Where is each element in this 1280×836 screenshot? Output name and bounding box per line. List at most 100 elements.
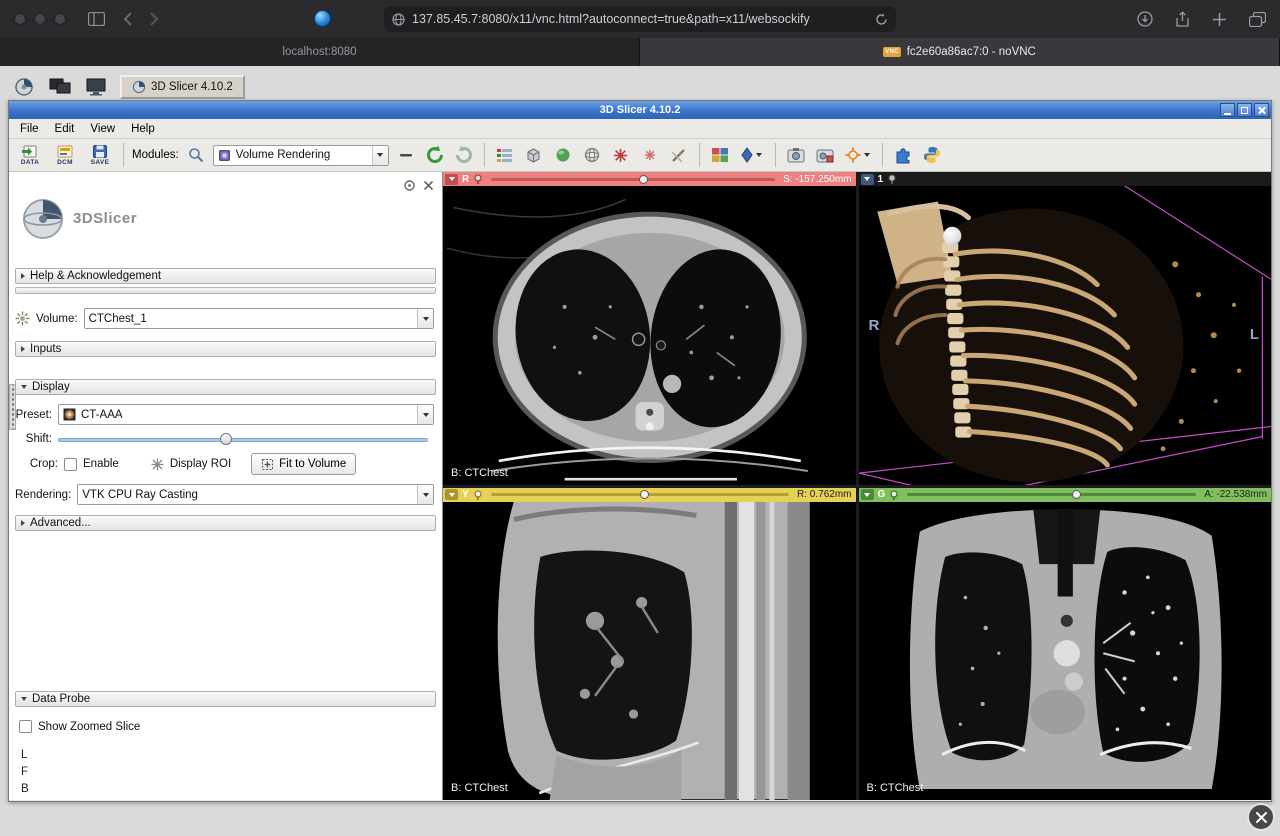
- mouse-interaction-icon[interactable]: [737, 143, 767, 167]
- module-options-icon[interactable]: [394, 143, 418, 167]
- green-slice-image[interactable]: B: CTChest: [859, 502, 1272, 801]
- yellow-slice-slider-handle[interactable]: [640, 490, 649, 499]
- advanced-section-header[interactable]: Advanced...: [15, 515, 436, 531]
- minimize-window-icon[interactable]: [34, 13, 46, 25]
- data-probe-section-header[interactable]: Data Probe: [15, 691, 436, 707]
- taskbar-app-label: 3D Slicer 4.10.2: [151, 81, 233, 93]
- red-view-pin-icon[interactable]: [473, 174, 483, 184]
- scene-views-icon[interactable]: [493, 143, 517, 167]
- threed-view-pin-icon[interactable]: [887, 174, 897, 184]
- close-button[interactable]: [1254, 103, 1269, 117]
- cube-icon[interactable]: [522, 143, 546, 167]
- pencil-slash-icon[interactable]: [667, 143, 691, 167]
- tab-localhost[interactable]: localhost:8080: [0, 38, 640, 66]
- taskbar-app-button[interactable]: 3D Slicer 4.10.2: [120, 75, 245, 99]
- close-window-icon[interactable]: [14, 13, 26, 25]
- help-section-header[interactable]: Help & Acknowledgement: [15, 268, 436, 284]
- panel-close-icon[interactable]: [423, 180, 434, 191]
- yellow-slice-offset: R: 0.762mm: [797, 489, 851, 500]
- panel-splitter-handle[interactable]: [9, 384, 16, 430]
- green-view-label: G: [878, 489, 886, 500]
- probe-row-f: F: [21, 764, 442, 781]
- address-bar[interactable]: 137.85.45.7:8080/x11/vnc.html?autoconnec…: [384, 6, 896, 32]
- mesh-sphere-icon[interactable]: [580, 143, 604, 167]
- red-slice-slider[interactable]: [491, 174, 775, 184]
- load-data-button[interactable]: DATA: [15, 140, 45, 170]
- zoom-window-icon[interactable]: [54, 13, 66, 25]
- threed-view-menu-icon[interactable]: [861, 174, 874, 185]
- green-slice-slider-handle[interactable]: [1072, 490, 1081, 499]
- threed-render-image[interactable]: R L: [859, 186, 1272, 485]
- load-dicom-button[interactable]: DCM: [50, 140, 80, 170]
- load-data-icon: [21, 145, 39, 158]
- sidebar-toggle-icon[interactable]: [88, 12, 105, 26]
- new-tab-icon[interactable]: [1212, 12, 1227, 27]
- slicer-titlebar[interactable]: 3D Slicer 4.10.2: [9, 101, 1271, 119]
- save-button[interactable]: SAVE: [85, 140, 115, 170]
- forward-icon[interactable]: [150, 12, 159, 26]
- rendering-value: VTK CPU Ray Casting: [82, 489, 198, 501]
- maximize-button[interactable]: [1237, 103, 1252, 117]
- logo-text: 3DSlicer: [73, 210, 137, 227]
- display-roi-label[interactable]: Display ROI: [170, 458, 231, 470]
- menu-edit[interactable]: Edit: [48, 121, 82, 137]
- show-zoomed-slice-checkbox[interactable]: [19, 720, 32, 733]
- menu-view[interactable]: View: [83, 121, 122, 137]
- red-view-menu-icon[interactable]: [445, 174, 458, 185]
- green-slice-slider[interactable]: [907, 490, 1196, 500]
- browser-titlebar[interactable]: 137.85.45.7:8080/x11/vnc.html?autoconnec…: [0, 0, 1280, 38]
- screenshot-icon[interactable]: [784, 143, 808, 167]
- python-console-icon[interactable]: [920, 143, 944, 167]
- menu-help[interactable]: Help: [124, 121, 162, 137]
- back-icon[interactable]: [123, 12, 132, 26]
- green-view-pin-icon[interactable]: [889, 490, 899, 500]
- reload-icon[interactable]: [875, 13, 888, 26]
- module-search-icon[interactable]: [184, 143, 208, 167]
- module-history-forward-icon[interactable]: [452, 143, 476, 167]
- volume-selector[interactable]: CTChest_1: [84, 308, 434, 329]
- scene-capture-icon[interactable]: [813, 143, 837, 167]
- green-view-menu-icon[interactable]: [861, 489, 874, 500]
- extensions-icon[interactable]: [891, 143, 915, 167]
- panel-float-icon[interactable]: [404, 180, 415, 191]
- taskbar-screen-icon[interactable]: [84, 76, 108, 98]
- novnc-panel-toggle-button[interactable]: [1247, 803, 1275, 831]
- module-history-back-icon[interactable]: [423, 143, 447, 167]
- red-slice-slider-handle[interactable]: [639, 175, 648, 184]
- menu-file[interactable]: File: [13, 121, 46, 137]
- save-icon: [93, 145, 107, 158]
- shift-slider-handle[interactable]: [220, 433, 232, 445]
- taskbar-displays-icon[interactable]: [48, 76, 72, 98]
- tab-label: localhost:8080: [282, 46, 356, 58]
- crop-enable-checkbox[interactable]: [64, 458, 77, 471]
- red-slice-image[interactable]: B: CTChest: [443, 186, 856, 485]
- module-selector[interactable]: Volume Rendering: [213, 145, 389, 166]
- crosshair-icon[interactable]: [842, 143, 874, 167]
- yellow-slice-image[interactable]: B: CTChest: [443, 502, 856, 801]
- taskbar-slicer-icon[interactable]: [12, 76, 36, 98]
- rendering-selector[interactable]: VTK CPU Ray Casting: [77, 484, 434, 505]
- share-icon[interactable]: [1175, 11, 1190, 28]
- yellow-view-menu-icon[interactable]: [445, 489, 458, 500]
- downloads-icon[interactable]: [1137, 11, 1153, 27]
- yellow-slice-slider[interactable]: [491, 490, 789, 500]
- yellow-view-pin-icon[interactable]: [473, 490, 483, 500]
- tab-novnc[interactable]: VNC fc2e60a86ac7:0 - noVNC: [640, 38, 1280, 66]
- module-selected-value: Volume Rendering: [236, 149, 331, 161]
- tab-overview-icon[interactable]: [1249, 12, 1266, 27]
- slicer-logo: 3DSlicer: [17, 192, 442, 244]
- minimize-button[interactable]: [1220, 103, 1235, 117]
- sparkle-icon[interactable]: [609, 143, 633, 167]
- layout-grid-icon[interactable]: [708, 143, 732, 167]
- green-sphere-icon[interactable]: [551, 143, 575, 167]
- fit-to-volume-button[interactable]: Fit to Volume: [251, 453, 356, 475]
- sparkle-small-icon[interactable]: [638, 143, 662, 167]
- preset-thumbnail-icon: [63, 408, 76, 421]
- inputs-section-header[interactable]: Inputs: [15, 341, 436, 357]
- red-view-bar: R S: -157.250mm: [443, 172, 856, 186]
- shift-slider[interactable]: [58, 432, 434, 446]
- preset-selector[interactable]: CT-AAA: [58, 404, 434, 425]
- display-section-header[interactable]: Display: [15, 379, 436, 395]
- orientation-letter-left: L: [1250, 326, 1259, 343]
- active-site-favicon: [314, 10, 331, 27]
